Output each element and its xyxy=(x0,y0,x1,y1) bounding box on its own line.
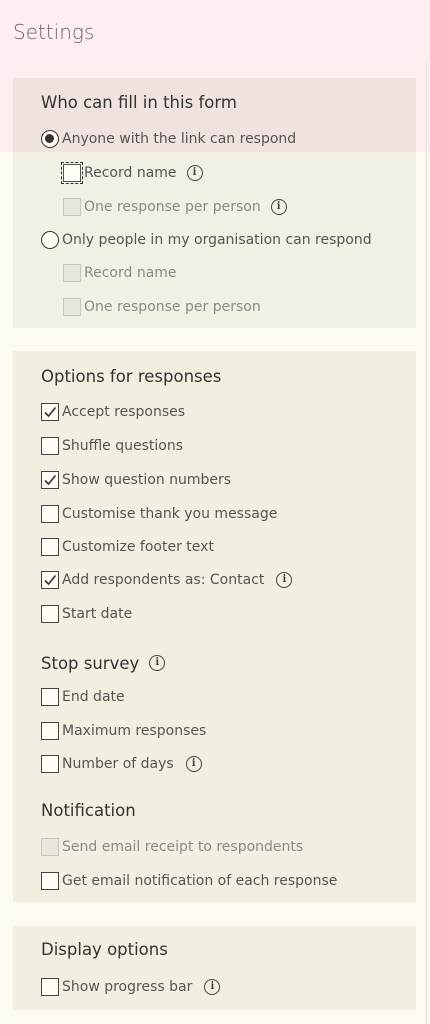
info-icon[interactable]: i xyxy=(270,199,287,215)
checkbox-disabled[interactable] xyxy=(41,838,59,856)
checkbox-label: One response per person xyxy=(84,199,261,215)
checkbox-label: Shuffle questions xyxy=(62,438,184,454)
checkbox-label: Start date xyxy=(62,606,133,622)
checkbox-label: Customise thank you message xyxy=(62,506,278,522)
checkbox-number-of-days[interactable]: Number of days i xyxy=(41,754,202,774)
checkbox[interactable] xyxy=(41,755,59,773)
checkbox-checked[interactable] xyxy=(41,471,59,489)
check-icon xyxy=(44,574,57,586)
who-can-fill-section: Who can fill in this form Anyone with th… xyxy=(13,78,416,328)
display-options-section: Display options Show progress bar i xyxy=(13,926,416,1010)
checkbox[interactable] xyxy=(41,722,59,740)
checkbox-label: Add respondents as: Contact xyxy=(62,572,265,588)
checkbox-label: Record name xyxy=(84,165,177,181)
info-icon[interactable]: i xyxy=(276,572,293,588)
checkbox-focused[interactable] xyxy=(61,162,83,184)
checkbox[interactable] xyxy=(41,538,59,556)
checkbox-customize-footer[interactable]: Customize footer text xyxy=(41,537,214,557)
info-icon[interactable]: i xyxy=(204,979,221,995)
radio-label: Only people in my organisation can respo… xyxy=(62,232,372,248)
check-icon xyxy=(44,474,57,486)
checkbox[interactable] xyxy=(41,605,59,623)
checkbox-maximum-responses[interactable]: Maximum responses xyxy=(41,721,206,741)
checkbox-send-email-receipt[interactable]: Send email receipt to respondents xyxy=(41,837,303,857)
checkbox-customise-thank-you[interactable]: Customise thank you message xyxy=(41,504,277,524)
checkbox-label: Record name xyxy=(84,265,177,281)
page-title: Settings xyxy=(13,20,95,44)
checkbox-checked[interactable] xyxy=(41,403,59,421)
section-heading-stop-survey: Stop survey xyxy=(41,653,140,673)
radio-label: Anyone with the link can respond xyxy=(62,131,297,147)
section-heading-display: Display options xyxy=(41,940,168,959)
check-icon xyxy=(44,406,57,418)
stop-survey-heading-row: Stop survey i xyxy=(41,651,166,675)
checkbox-show-progress-bar[interactable]: Show progress bar i xyxy=(41,977,221,997)
section-heading-options: Options for responses xyxy=(41,367,222,386)
checkbox-record-name-anyone[interactable]: Record name i xyxy=(61,162,203,184)
checkbox-label: One response per person xyxy=(84,299,261,315)
scrollbar-track xyxy=(426,60,427,1024)
checkbox-label: Customize footer text xyxy=(62,539,214,555)
radio-anyone-with-link[interactable]: Anyone with the link can respond xyxy=(41,129,296,149)
checkbox-record-name-org[interactable]: Record name xyxy=(63,263,177,283)
checkbox-start-date[interactable]: Start date xyxy=(41,604,132,624)
section-heading-who: Who can fill in this form xyxy=(41,93,237,112)
checkbox-label: Show progress bar xyxy=(62,979,193,995)
checkbox-one-response-org[interactable]: One response per person xyxy=(63,297,261,317)
checkbox-accept-responses[interactable]: Accept responses xyxy=(41,402,185,422)
info-icon[interactable]: i xyxy=(186,165,203,181)
radio-only-organisation[interactable]: Only people in my organisation can respo… xyxy=(41,230,372,250)
checkbox-one-response-anyone[interactable]: One response per person i xyxy=(63,197,287,217)
checkbox-label: Number of days xyxy=(62,756,174,772)
checkbox-add-respondents[interactable]: Add respondents as: Contact i xyxy=(41,570,293,590)
checkbox[interactable] xyxy=(41,978,59,996)
checkbox-disabled[interactable] xyxy=(63,264,81,282)
checkbox-label: End date xyxy=(62,689,125,705)
section-heading-notification: Notification xyxy=(41,801,136,820)
checkbox-shuffle-questions[interactable]: Shuffle questions xyxy=(41,436,183,456)
options-section: Options for responses Accept responses S… xyxy=(13,351,416,902)
checkbox-disabled[interactable] xyxy=(63,198,81,216)
radio-button[interactable] xyxy=(41,231,59,249)
checkbox-show-question-numbers[interactable]: Show question numbers xyxy=(41,470,231,490)
checkbox-label: Accept responses xyxy=(62,404,186,420)
checkbox-label: Show question numbers xyxy=(62,472,232,488)
checkbox-label: Send email receipt to respondents xyxy=(62,839,304,855)
checkbox-checked[interactable] xyxy=(41,571,59,589)
info-icon[interactable]: i xyxy=(185,756,202,772)
checkbox[interactable] xyxy=(41,872,59,890)
checkbox-label: Get email notification of each response xyxy=(62,873,338,889)
checkbox-disabled[interactable] xyxy=(63,298,81,316)
checkbox-end-date[interactable]: End date xyxy=(41,687,125,707)
info-icon[interactable]: i xyxy=(149,655,166,671)
checkbox-label: Maximum responses xyxy=(62,723,207,739)
checkbox[interactable] xyxy=(41,437,59,455)
radio-button-selected[interactable] xyxy=(41,130,59,148)
checkbox[interactable] xyxy=(41,688,59,706)
checkbox[interactable] xyxy=(41,505,59,523)
checkbox-get-email-notification[interactable]: Get email notification of each response xyxy=(41,871,337,891)
